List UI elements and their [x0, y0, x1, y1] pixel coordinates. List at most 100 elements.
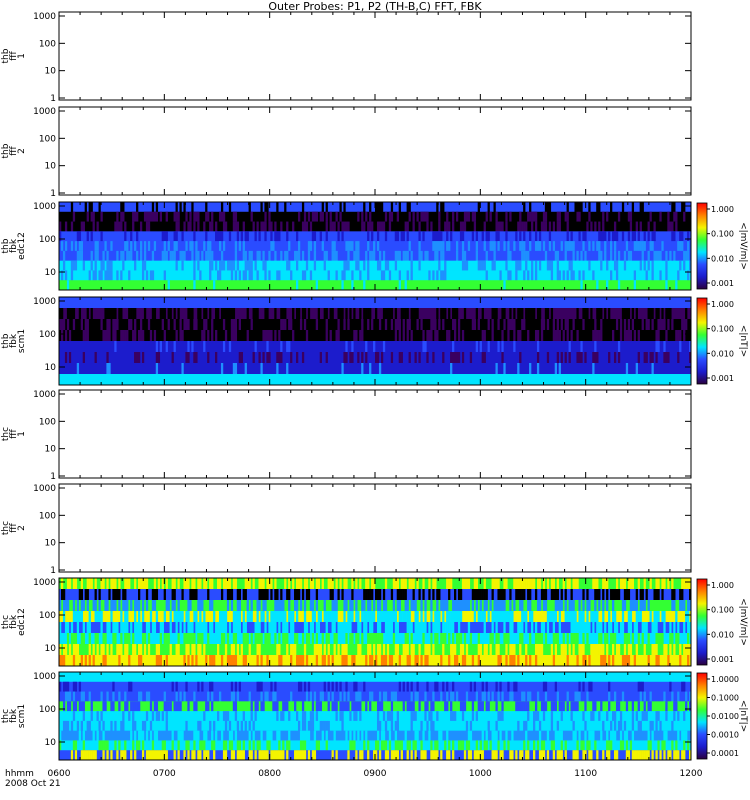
heatmap-cell [452, 750, 455, 761]
heatmap-cell [159, 341, 162, 353]
heatmap-cell [153, 308, 157, 320]
heatmap-cell [687, 600, 690, 612]
heatmap-cell [485, 681, 488, 693]
heatmap-cell [98, 600, 101, 612]
heatmap-cell [625, 633, 629, 645]
heatmap-cell [418, 221, 421, 232]
heatmap-cell [499, 270, 502, 281]
heatmap-cell [80, 750, 83, 761]
heatmap-cell [319, 691, 322, 702]
heatmap-cell [613, 231, 617, 242]
heatmap-cell [420, 655, 423, 667]
heatmap-cell [141, 611, 145, 623]
heatmap-cell [230, 655, 234, 667]
heatmap-cell [501, 330, 504, 342]
heatmap-cell [432, 231, 435, 242]
heatmap-cell [564, 740, 567, 751]
heatmap-cell [534, 589, 538, 601]
heatmap-cell [426, 250, 429, 262]
heatmap-cell [450, 644, 453, 656]
heatmap-cell [619, 740, 623, 751]
heatmap-cell [92, 600, 95, 612]
heatmap-cell [608, 701, 611, 712]
heatmap-cell [260, 701, 263, 712]
heatmap-cell [461, 330, 465, 342]
heatmap-cell [384, 611, 388, 623]
heatmap-cell [529, 655, 532, 667]
heatmap-cell [153, 241, 157, 252]
heatmap-cell [625, 740, 629, 751]
heatmap-cell [349, 730, 352, 741]
heatmap-cell [274, 308, 277, 320]
heatmap-cell [278, 730, 281, 741]
heatmap-cell [420, 740, 423, 751]
heatmap-cell [153, 750, 157, 761]
heatmap-cell [534, 231, 538, 242]
heatmap-cell [292, 578, 295, 590]
heatmap-cell [193, 352, 196, 364]
heatmap-cell [126, 644, 129, 656]
heatmap-cell [487, 341, 490, 353]
heatmap-cell [60, 319, 64, 331]
heatmap-cell [617, 250, 621, 262]
heatmap-cell [483, 644, 486, 656]
heatmap-cell [649, 308, 652, 320]
heatmap-cell [112, 691, 115, 702]
heatmap-cell [442, 202, 445, 213]
heatmap-cell [513, 330, 516, 342]
heatmap-cell [665, 280, 668, 291]
heatmap-cell [388, 740, 392, 751]
heatmap-cell [143, 211, 147, 223]
heatmap-cell [600, 701, 603, 712]
heatmap-cell [369, 250, 372, 262]
heatmap-cell [617, 211, 621, 223]
heatmap-cell [619, 578, 623, 590]
heatmap-cell [128, 319, 131, 331]
heatmap-cell [211, 330, 214, 342]
heatmap-cell [195, 352, 198, 364]
heatmap-cell [209, 260, 212, 271]
heatmap-cell [613, 611, 617, 623]
heatmap-cell [519, 330, 522, 342]
heatmap-cell [613, 221, 617, 232]
heatmap-cell [444, 622, 447, 634]
heatmap-cell [183, 250, 186, 262]
heatmap-cell [440, 655, 443, 667]
heatmap-cell [392, 611, 396, 623]
heatmap-cell [523, 740, 526, 751]
heatmap-cell [130, 319, 133, 331]
heatmap-cell [181, 611, 184, 623]
heatmap-cell [80, 701, 83, 712]
heatmap-cell [185, 740, 188, 751]
heatmap-cell [440, 231, 443, 242]
heatmap-cell [147, 633, 151, 645]
heatmap-cell [278, 330, 281, 342]
heatmap-cell [406, 221, 409, 232]
heatmap-cell [455, 308, 459, 320]
heatmap-cell [230, 740, 234, 751]
heatmap-cell [533, 308, 536, 320]
heatmap-cell [442, 622, 445, 634]
heatmap-cell [600, 633, 603, 645]
heatmap-cell [463, 221, 467, 232]
heatmap-cell [396, 319, 399, 331]
heatmap-cell [627, 211, 631, 223]
heatmap-cell [446, 701, 449, 712]
heatmap-cell [76, 720, 80, 732]
heatmap-cell [679, 341, 682, 353]
heatmap-cell [623, 600, 627, 612]
heatmap-cell [88, 750, 91, 761]
heatmap-cell [442, 633, 445, 645]
heatmap-cell [256, 611, 259, 623]
heatmap-cell [124, 611, 127, 623]
heatmap-cell [420, 600, 423, 612]
heatmap-cell [426, 681, 429, 693]
heatmap-cell [90, 211, 93, 223]
heatmap-cell [220, 655, 224, 667]
heatmap-cell [469, 720, 473, 732]
heatmap-cell [422, 622, 425, 634]
heatmap-cell [353, 330, 356, 342]
heatmap-cell [203, 221, 206, 232]
heatmap-cell [211, 730, 214, 741]
heatmap-cell [112, 701, 115, 712]
